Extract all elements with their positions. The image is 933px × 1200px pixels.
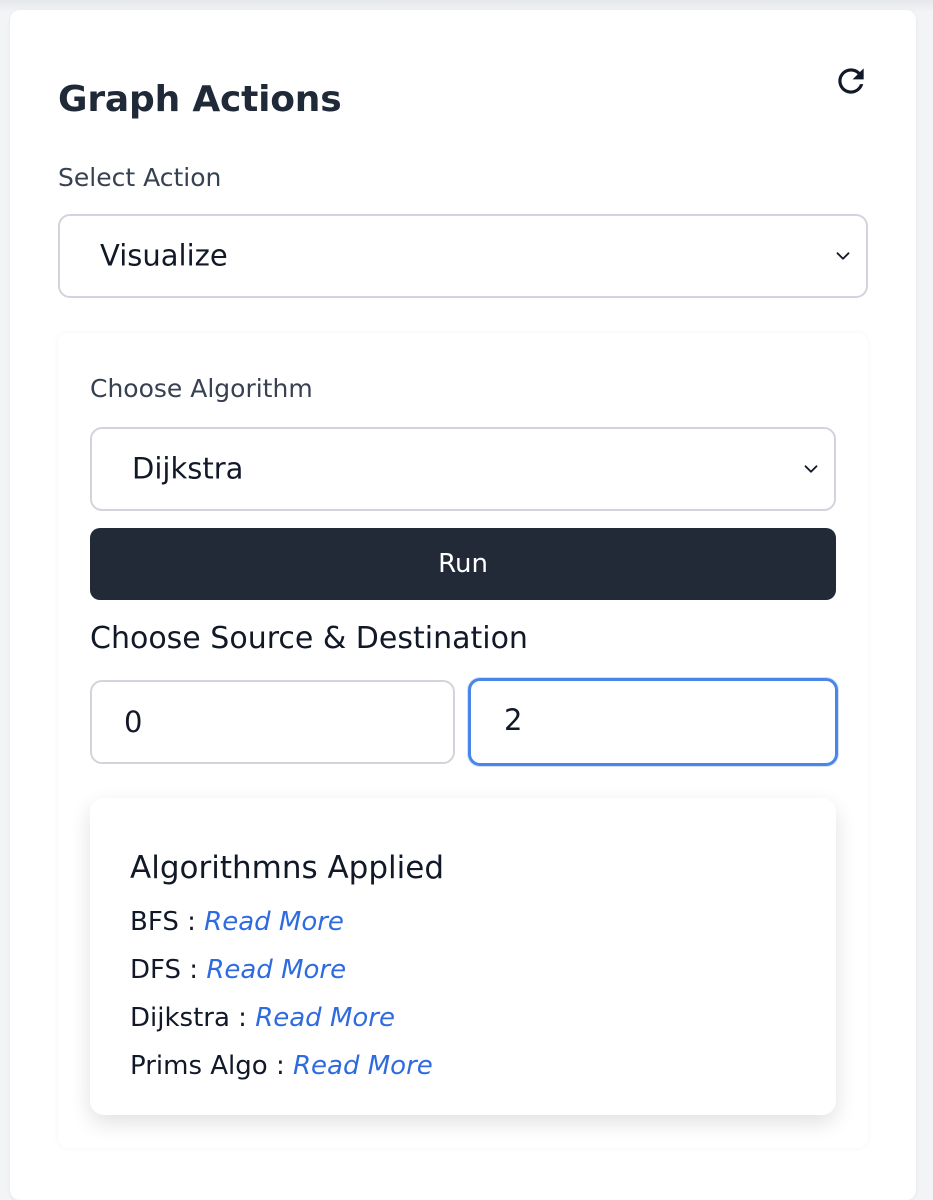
- panel-title: Graph Actions: [58, 79, 342, 120]
- algorithm-name: Prims Algo :: [130, 1051, 285, 1081]
- list-item: Prims Algo : Read More: [130, 1053, 433, 1079]
- algorithms-applied-card: Algorithmns Applied BFS : Read More DFS …: [90, 798, 836, 1115]
- graph-actions-panel: Graph Actions Select Action Visualize Ch…: [10, 10, 916, 1200]
- source-destination-heading: Choose Source & Destination: [90, 621, 528, 656]
- chevron-down-icon: [804, 465, 818, 473]
- read-more-link[interactable]: Read More: [206, 955, 346, 985]
- source-input[interactable]: 0: [90, 680, 455, 764]
- algorithm-name: DFS :: [130, 955, 199, 985]
- chevron-down-icon: [836, 252, 850, 260]
- list-item: Dijkstra : Read More: [130, 1005, 395, 1031]
- select-action-label: Select Action: [58, 163, 222, 192]
- list-item: DFS : Read More: [130, 957, 346, 983]
- read-more-link[interactable]: Read More: [293, 1051, 433, 1081]
- read-more-link[interactable]: Read More: [204, 907, 344, 937]
- action-select-value: Visualize: [100, 238, 228, 273]
- action-select[interactable]: Visualize: [58, 214, 868, 298]
- algorithm-select[interactable]: Dijkstra: [90, 427, 836, 511]
- run-button[interactable]: Run: [90, 528, 836, 600]
- choose-algorithm-label: Choose Algorithm: [90, 374, 313, 403]
- algorithm-name: BFS :: [130, 907, 196, 937]
- algorithm-name: Dijkstra :: [130, 1003, 247, 1033]
- refresh-icon[interactable]: [832, 62, 870, 100]
- destination-input[interactable]: 2: [468, 678, 838, 766]
- read-more-link[interactable]: Read More: [255, 1003, 395, 1033]
- algorithm-select-value: Dijkstra: [132, 451, 244, 486]
- algorithms-applied-title: Algorithmns Applied: [130, 850, 445, 886]
- list-item: BFS : Read More: [130, 909, 344, 935]
